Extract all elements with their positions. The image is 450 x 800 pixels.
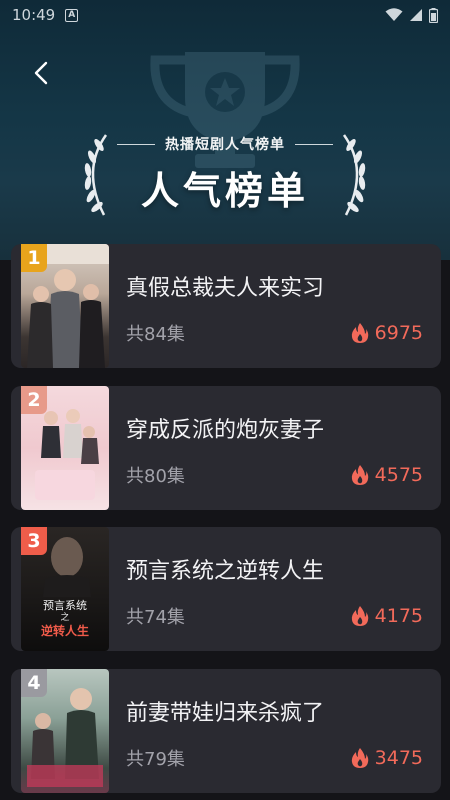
ranking-item[interactable]: 4 前妻带娃归来杀疯了 共79集 3475 xyxy=(11,669,441,793)
notification-icon: A xyxy=(65,8,79,22)
wifi-icon xyxy=(385,8,403,21)
cover-text: 逆转人生 xyxy=(40,624,89,638)
page-subtitle: 热播短剧人气榜单 xyxy=(165,137,285,153)
signal-icon xyxy=(410,9,422,21)
fire-icon xyxy=(351,606,368,626)
ranking-item[interactable]: 预言系统 之 逆转人生 3 预言系统之逆转人生 共74集 4175 xyxy=(11,527,441,651)
drama-title: 真假总裁夫人来实习 xyxy=(126,276,325,301)
episode-count: 共74集 xyxy=(126,607,185,628)
drama-title: 预言系统之逆转人生 xyxy=(126,559,325,584)
drama-title: 穿成反派的炮灰妻子 xyxy=(126,418,325,443)
chevron-left-icon xyxy=(34,61,48,85)
ranking-item[interactable]: 2 穿成反派的炮灰妻子 共80集 4575 xyxy=(11,386,441,510)
heat-value: 4575 xyxy=(374,464,423,486)
battery-icon xyxy=(429,7,438,23)
subtitle-divider-left xyxy=(117,143,155,145)
subtitle-row: 热播短剧人气榜单 xyxy=(0,133,450,155)
heat-value: 3475 xyxy=(374,747,423,769)
heat-score: 4175 xyxy=(351,605,423,627)
episode-count: 共84集 xyxy=(126,324,185,345)
heat-value: 4175 xyxy=(374,605,423,627)
page-title: 人气榜单 xyxy=(140,169,309,213)
status-time: 10:49 xyxy=(12,6,56,24)
rank-badge: 3 xyxy=(21,527,47,555)
drama-title: 前妻带娃归来杀疯了 xyxy=(126,701,325,726)
heat-score: 6975 xyxy=(351,322,423,344)
subtitle-divider-right xyxy=(295,143,333,145)
heat-score: 4575 xyxy=(351,464,423,486)
cover-text: 预言系统 xyxy=(43,599,87,612)
fire-icon xyxy=(351,465,368,485)
heat-value: 6975 xyxy=(374,322,423,344)
fire-icon xyxy=(351,323,368,343)
episode-count: 共79集 xyxy=(126,749,185,770)
status-bar: 10:49 A xyxy=(0,0,450,30)
ranking-item[interactable]: 1 真假总裁夫人来实习 共84集 6975 xyxy=(11,244,441,368)
episode-count: 共80集 xyxy=(126,466,185,487)
rank-badge: 1 xyxy=(21,244,47,272)
fire-icon xyxy=(351,748,368,768)
heat-score: 3475 xyxy=(351,747,423,769)
rank-badge: 4 xyxy=(21,669,47,697)
back-button[interactable] xyxy=(28,58,54,88)
rank-badge: 2 xyxy=(21,386,47,414)
